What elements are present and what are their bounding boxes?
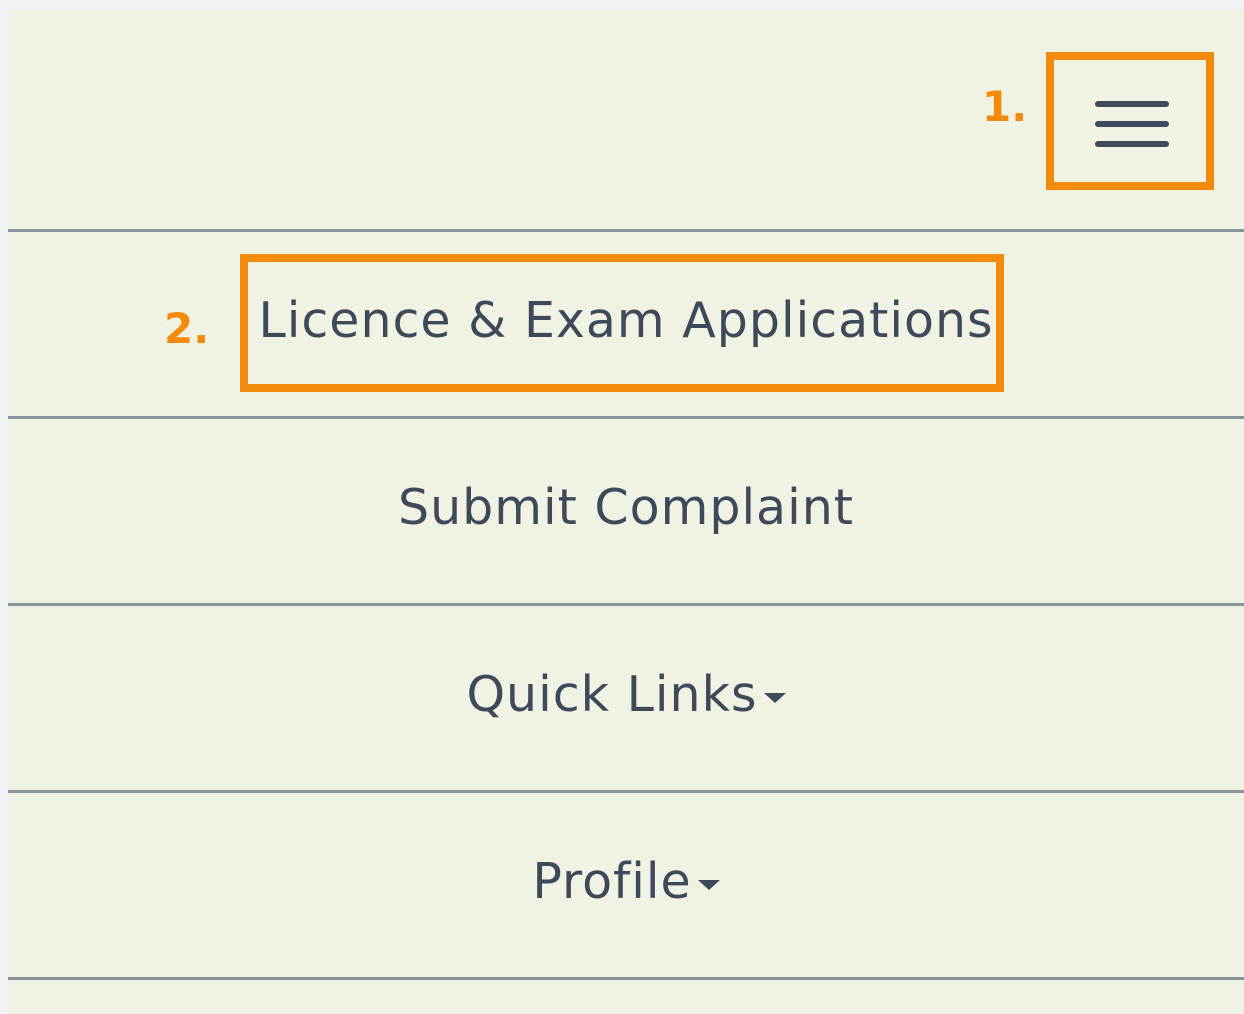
menu-item-label: Submit Complaint bbox=[398, 479, 854, 536]
step-label-2: 2. bbox=[164, 304, 210, 353]
divider bbox=[8, 416, 1244, 419]
step-label-1: 1. bbox=[982, 82, 1028, 131]
menu-item-profile[interactable]: Profile bbox=[8, 853, 1244, 910]
highlight-box-step-2 bbox=[240, 254, 1004, 392]
menu-item-label: Quick Links bbox=[466, 666, 758, 723]
menu-item-label: Profile bbox=[532, 853, 692, 910]
divider bbox=[8, 790, 1244, 793]
caret-down-icon bbox=[697, 879, 720, 890]
divider bbox=[8, 229, 1244, 232]
divider bbox=[8, 603, 1244, 606]
menu-item-quick-links[interactable]: Quick Links bbox=[8, 666, 1244, 723]
highlight-box-step-1 bbox=[1046, 52, 1214, 190]
caret-down-icon bbox=[763, 692, 786, 703]
menu-item-submit-complaint[interactable]: Submit Complaint bbox=[8, 479, 1244, 536]
divider bbox=[8, 977, 1244, 980]
